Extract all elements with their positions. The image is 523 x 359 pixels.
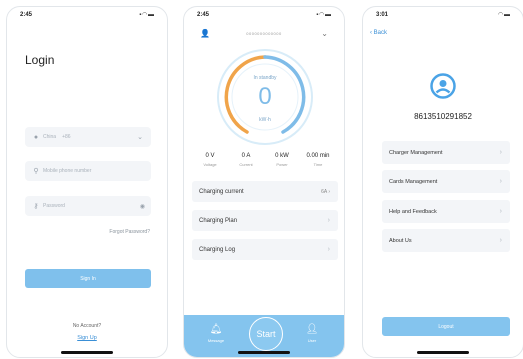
menu-item-charging-log[interactable]: Charging Log › <box>192 239 338 260</box>
menu-item-label: Help and Feedback <box>389 208 437 215</box>
status-time: 2:45 <box>20 12 33 18</box>
stat-value: 0 V <box>205 153 215 159</box>
menu-item-label: About Us <box>389 237 412 244</box>
nav-label: User <box>307 338 317 343</box>
menu-item-label: Cards Management <box>389 178 438 185</box>
stats-row: 0 V Voltage 0 A Current 0 kW Power 0.00 … <box>184 153 344 175</box>
gauge-value: 0 <box>258 83 272 110</box>
chevron-right-icon: › <box>499 178 502 185</box>
current-value: 6A <box>321 188 327 195</box>
back-label: Back <box>373 30 388 36</box>
dashboard-screen: 2:45 ▪◠▬ 👤 0000000000000 ⌄ In standby 0 … <box>183 6 345 358</box>
gauge-unit: kW·h <box>259 117 271 123</box>
chevron-right-icon: › <box>499 149 502 156</box>
status-time: 3:01 <box>376 12 389 18</box>
password-input[interactable]: ⚷ Password ◉ <box>25 196 151 216</box>
stat-label: Current <box>239 162 253 167</box>
gauge-state: In standby <box>253 75 277 81</box>
user-screen: 3:01 ◠▬ ‹ Back 8613510291852 Charger Man… <box>362 6 523 358</box>
chevron-right-icon: › <box>327 246 330 253</box>
nav-message[interactable]: 🔔︎ Message <box>201 324 231 343</box>
menu-item-charger-management[interactable]: Charger Management › <box>382 141 510 164</box>
stat-value: 0 A <box>241 153 251 159</box>
phone-placeholder: Mobile phone number <box>43 168 92 174</box>
stat-label: Time <box>313 162 323 167</box>
key-icon: ⚷ <box>33 203 39 210</box>
chevron-right-icon: › <box>499 208 502 215</box>
status-time: 2:45 <box>197 12 210 18</box>
phone-input[interactable]: ⚲ Mobile phone number <box>25 161 151 181</box>
stat-time: 0.00 min Time <box>300 153 336 175</box>
menu-item-help-feedback[interactable]: Help and Feedback › <box>382 200 510 223</box>
username: 8613510291852 <box>414 112 472 121</box>
sign-up-link[interactable]: Sign Up <box>7 335 167 341</box>
stat-label: Power <box>276 162 288 167</box>
start-button[interactable]: Start <box>249 317 283 351</box>
menu-item-label: Charger Management <box>389 149 443 156</box>
logout-button[interactable]: Logout <box>382 317 510 336</box>
bell-icon: 🔔︎ <box>209 324 223 335</box>
home-indicator <box>61 351 113 354</box>
forgot-password-link[interactable]: Forgot Password? <box>109 229 150 235</box>
country-select[interactable]: ● China +86 ⌄ <box>25 127 151 147</box>
home-indicator <box>417 351 469 354</box>
gauge-readout: In standby 0 kW·h <box>215 47 315 147</box>
back-button[interactable]: ‹ Back <box>370 30 387 36</box>
sign-in-button[interactable]: Sign In <box>25 269 151 288</box>
stat-power: 0 kW Power <box>264 153 300 175</box>
status-bar: 2:45 ▪◠▬ <box>7 7 167 23</box>
no-account-text: No Account? <box>72 323 102 329</box>
chevron-right-icon: › <box>327 217 330 224</box>
signal-wifi-battery-icon: ▪◠▬ <box>139 12 155 18</box>
nav-user[interactable]: 👤︎ User <box>297 324 327 343</box>
country-code: +86 <box>62 134 71 140</box>
signal-wifi-battery-icon: ▪◠▬ <box>316 12 332 18</box>
person-icon: ⚲ <box>33 168 39 175</box>
signal-wifi-battery-icon: ◠▬ <box>498 12 511 18</box>
country-name: China <box>43 134 57 140</box>
menu-item-value: 6A › <box>321 188 330 195</box>
chevron-down-icon: ⌄ <box>137 134 143 141</box>
avatar-icon <box>430 73 456 99</box>
stat-current: 0 A Current <box>228 153 264 175</box>
stat-voltage: 0 V Voltage <box>192 153 228 175</box>
menu-item-label: Charging current <box>199 188 244 195</box>
login-screen: 2:45 ▪◠▬ Login ● China +86 ⌄ ⚲ Mobile ph… <box>6 6 168 358</box>
menu-item-label: Charging Plan <box>199 217 238 224</box>
menu-item-cards-management[interactable]: Cards Management › <box>382 170 510 193</box>
eye-icon[interactable]: ◉ <box>140 203 145 210</box>
password-placeholder: Password <box>43 203 65 209</box>
status-bar: 3:01 ◠▬ <box>363 7 523 23</box>
chevron-right-icon: › <box>499 237 502 244</box>
menu-item-charging-plan[interactable]: Charging Plan › <box>192 210 338 231</box>
chevron-down-icon[interactable]: ⌄ <box>321 29 328 38</box>
globe-icon: ● <box>33 133 39 141</box>
menu-item-about-us[interactable]: About Us › <box>382 229 510 252</box>
stat-value: 0 kW <box>275 153 289 159</box>
home-indicator <box>238 351 290 354</box>
menu-item-charging-current[interactable]: Charging current 6A › <box>192 181 338 202</box>
page-title: Login <box>25 53 55 67</box>
stat-value: 0.00 min <box>306 153 330 159</box>
nav-label: Message <box>207 338 225 343</box>
status-bar: 2:45 ▪◠▬ <box>184 7 344 23</box>
top-bar: 👤 0000000000000 ⌄ <box>184 29 344 43</box>
device-id: 0000000000000 <box>246 31 282 36</box>
person-icon: 👤︎ <box>305 324 319 335</box>
stat-label: Voltage <box>203 162 217 167</box>
menu-item-label: Charging Log <box>199 246 236 253</box>
